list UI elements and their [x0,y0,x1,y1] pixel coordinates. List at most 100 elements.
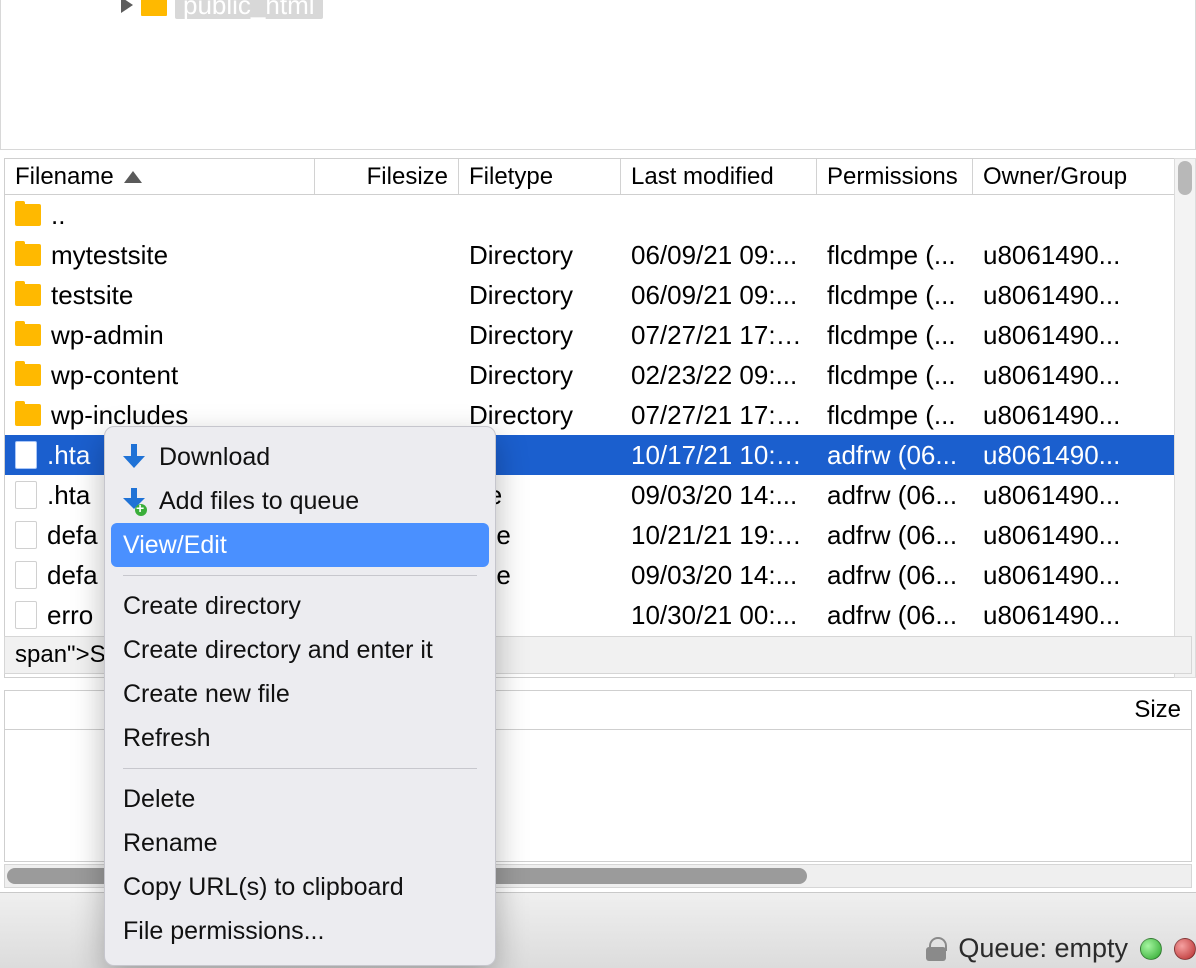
file-name: wp-admin [51,320,164,351]
menu-delete-label: Delete [123,785,195,814]
file-row[interactable]: mytestsiteDirectory06/09/21 09:...flcdmp… [5,235,1191,275]
file-lastmod: 10/21/21 19:5... [621,520,817,551]
file-lastmod: 10/17/21 10:0... [621,440,817,471]
file-lastmod: 06/09/21 09:... [621,240,817,271]
file-name: .. [51,200,65,231]
menu-create-dir-enter[interactable]: Create directory and enter it [105,628,495,672]
file-name: defa [47,560,98,591]
menu-copy-url-label: Copy URL(s) to clipboard [123,873,404,902]
file-icon [15,481,37,509]
file-permissions: adfrw (06... [817,520,973,551]
file-row[interactable]: .. [5,195,1191,235]
col-owner-label: Owner/Group [983,163,1127,191]
file-owner: u8061490... [973,320,1191,351]
col-filetype-label: Filetype [469,163,553,191]
folder-icon [15,324,41,346]
menu-separator [123,768,477,769]
file-permissions: adfrw (06... [817,600,973,631]
file-list-header[interactable]: Filename Filesize Filetype Last modified… [5,159,1191,195]
menu-create-file-label: Create new file [123,680,290,709]
file-row[interactable]: testsiteDirectory06/09/21 09:...flcdmpe … [5,275,1191,315]
menu-download[interactable]: Download [105,435,495,479]
file-row[interactable]: wp-contentDirectory02/23/22 09:...flcdmp… [5,355,1191,395]
col-filename-label: Filename [15,163,114,191]
col-permissions[interactable]: Permissions [817,159,973,194]
disclosure-triangle-icon[interactable] [121,0,133,13]
file-name: wp-content [51,360,178,391]
file-name: defa [47,520,98,551]
menu-copy-url[interactable]: Copy URL(s) to clipboard [105,865,495,909]
file-type: Directory [459,240,621,271]
tree-folder-label[interactable]: public_html [175,0,323,19]
menu-add-queue[interactable]: Add files to queue [105,479,495,523]
folder-icon [15,364,41,386]
col-permissions-label: Permissions [827,163,958,191]
file-icon [15,561,37,589]
file-owner: u8061490... [973,280,1191,311]
file-name: .hta [47,440,90,471]
file-owner: u8061490... [973,400,1191,431]
menu-separator [123,575,477,576]
file-lastmod: 09/03/20 14:... [621,560,817,591]
file-owner: u8061490... [973,360,1191,391]
file-lastmod: 02/23/22 09:... [621,360,817,391]
vertical-scroll-thumb[interactable] [1178,161,1192,195]
menu-create-file[interactable]: Create new file [105,672,495,716]
file-owner: u8061490... [973,600,1191,631]
file-lastmod: 10/30/21 00:... [621,600,817,631]
sort-ascending-icon [124,171,142,183]
folder-icon [141,0,167,16]
menu-view-edit-label: View/Edit [123,531,227,560]
file-owner: u8061490... [973,560,1191,591]
col-filename[interactable]: Filename [5,159,315,194]
file-permissions: adfrw (06... [817,480,973,511]
col-lastmod[interactable]: Last modified [621,159,817,194]
file-owner: u8061490... [973,440,1191,471]
menu-file-permissions[interactable]: File permissions... [105,909,495,953]
col-filesize[interactable]: Filesize [315,159,459,194]
menu-delete[interactable]: Delete [105,777,495,821]
menu-view-edit[interactable]: View/Edit [111,523,489,567]
file-row[interactable]: wp-adminDirectory07/27/21 17:4...flcdmpe… [5,315,1191,355]
file-name: .hta [47,480,90,511]
file-icon [15,601,37,629]
file-lastmod: 06/09/21 09:... [621,280,817,311]
add-queue-icon [123,488,145,514]
folder-icon [15,204,41,226]
menu-create-dir-label: Create directory [123,592,301,621]
file-permissions: adfrw (06... [817,560,973,591]
vertical-scrollbar[interactable] [1174,158,1196,678]
download-icon [123,444,145,470]
file-type: Directory [459,360,621,391]
led-green-icon [1140,938,1162,960]
file-permissions: flcdmpe (... [817,240,973,271]
menu-refresh-label: Refresh [123,724,211,753]
col-filesize-label: Filesize [367,163,448,191]
folder-tree-pane[interactable]: public_html [0,0,1196,150]
lock-icon [926,937,946,961]
menu-rename[interactable]: Rename [105,821,495,865]
menu-download-label: Download [159,443,270,472]
file-lastmod: 07/27/21 17:4... [621,400,817,431]
file-permissions: flcdmpe (... [817,320,973,351]
file-type: Directory [459,320,621,351]
col-lastmod-label: Last modified [631,163,774,191]
file-owner: u8061490... [973,520,1191,551]
col-owner[interactable]: Owner/Group [973,159,1191,194]
menu-file-permissions-label: File permissions... [123,917,324,946]
folder-icon [15,244,41,266]
menu-rename-label: Rename [123,829,218,858]
tree-row-public-html[interactable]: public_html [121,0,323,18]
col-filetype[interactable]: Filetype [459,159,621,194]
file-name: testsite [51,280,133,311]
file-lastmod: 09/03/20 14:... [621,480,817,511]
led-red-icon [1174,938,1196,960]
menu-create-dir-enter-label: Create directory and enter it [123,636,433,665]
context-menu[interactable]: Download Add files to queue View/Edit Cr… [104,426,496,966]
file-icon [15,521,37,549]
file-name: erro [47,600,93,631]
file-icon [15,441,37,469]
queue-status-label: Queue: empty [958,933,1128,964]
menu-refresh[interactable]: Refresh [105,716,495,760]
menu-create-dir[interactable]: Create directory [105,584,495,628]
